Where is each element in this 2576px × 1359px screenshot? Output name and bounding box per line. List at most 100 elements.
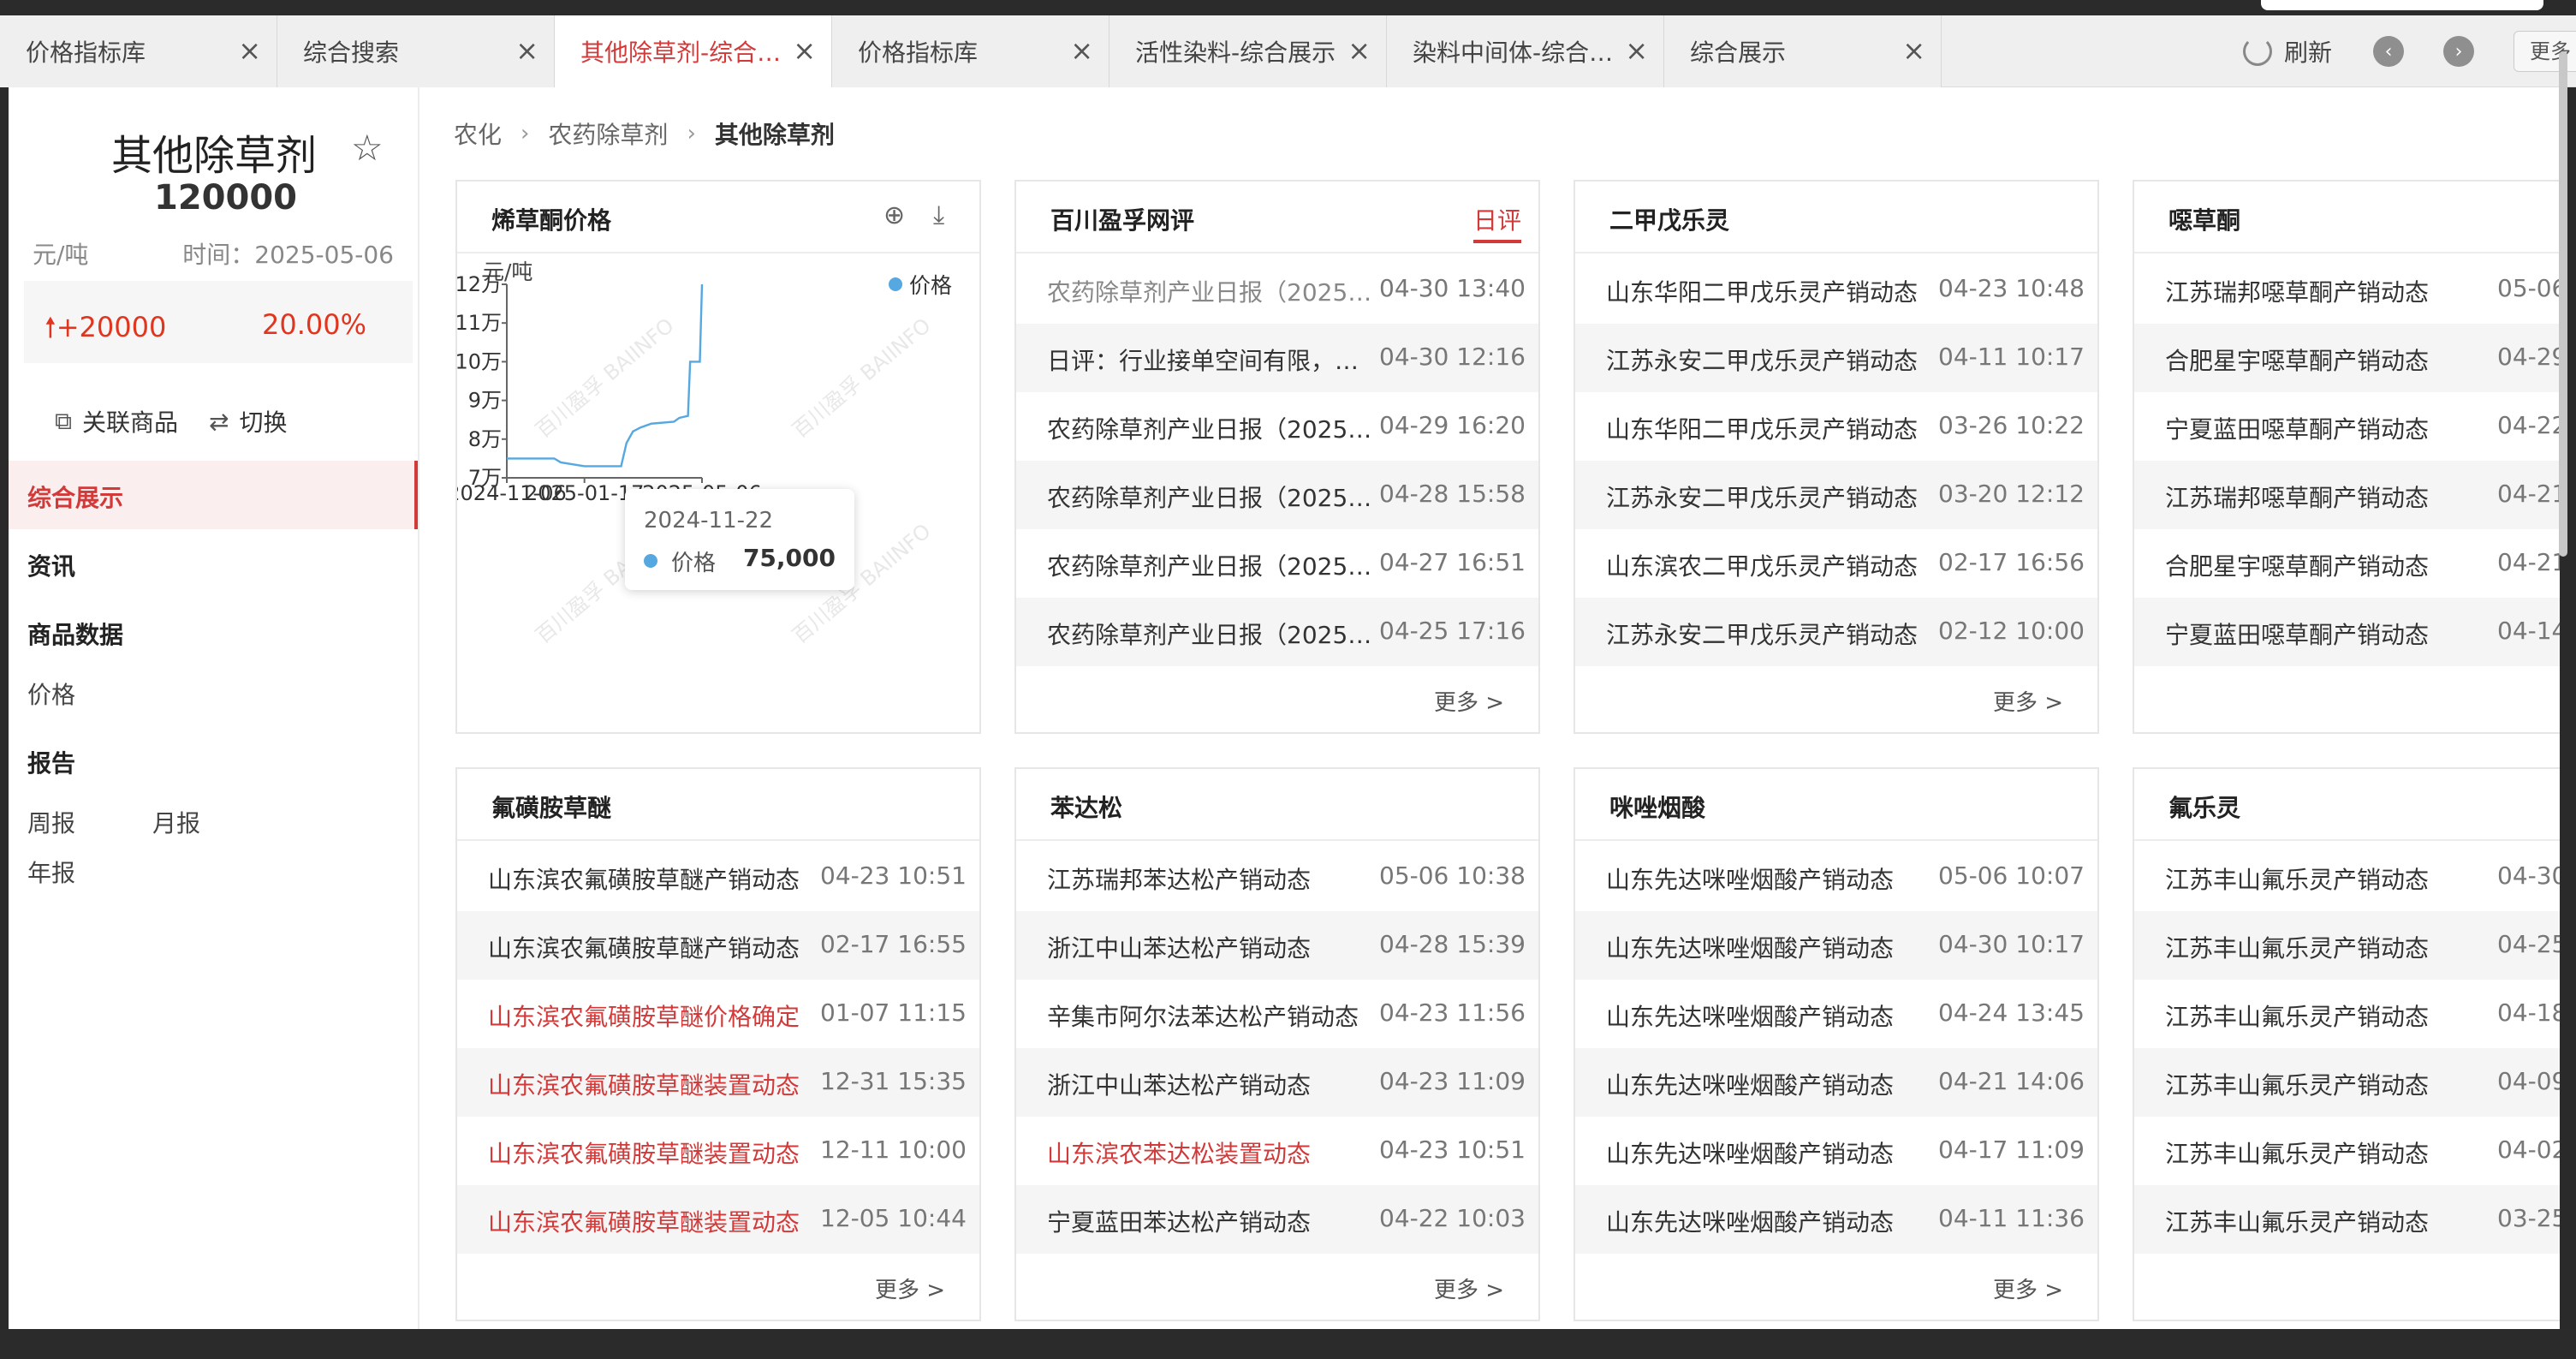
tab-other-herbicides[interactable]: 其他除草剂-综合展示 × xyxy=(555,15,832,87)
list-item-title[interactable]: 山东华阳二甲戊乐灵产销动态 xyxy=(1606,411,1931,445)
menu-weekly[interactable]: 周报 xyxy=(27,805,75,839)
related-products-button[interactable]: ⧉ 关联商品 xyxy=(55,404,178,438)
more-link[interactable]: 更多 > xyxy=(1434,685,1504,717)
list-item-title[interactable]: 宁夏蓝田噁草酮产销动态 xyxy=(2165,617,2490,651)
list-item[interactable]: 浙江中山苯达松产销动态 04-23 11:09 xyxy=(1016,1048,1538,1117)
list-item-title[interactable]: 农药除草剂产业日报（2025.04.27） xyxy=(1047,548,1372,582)
tab-price-index-2[interactable]: 价格指标库 × xyxy=(832,15,1110,87)
switch-button[interactable]: ⇄ 切换 xyxy=(209,404,287,438)
list-item-title[interactable]: 宁夏蓝田苯达松产销动态 xyxy=(1047,1204,1372,1238)
list-item-title[interactable]: 江苏丰山氟乐灵产销动态 xyxy=(2165,1067,2490,1101)
list-item[interactable]: 山东滨农氟磺胺草醚价格确定 01-07 11:15 xyxy=(457,980,979,1048)
list-item-title[interactable]: 山东先达咪唑烟酸产销动态 xyxy=(1606,1067,1931,1101)
list-item[interactable]: 山东滨农氟磺胺草醚装置动态 12-05 10:44 xyxy=(457,1185,979,1254)
breadcrumb-item[interactable]: 农药除草剂 xyxy=(548,116,668,151)
list-item[interactable]: 江苏丰山氟乐灵产销动态03-25 xyxy=(2134,1185,2560,1254)
close-icon[interactable]: × xyxy=(1347,37,1371,64)
list-item[interactable]: 山东滨农氟磺胺草醚装置动态 12-31 15:35 xyxy=(457,1048,979,1117)
list-item-title[interactable]: 江苏丰山氟乐灵产销动态 xyxy=(2165,1135,2490,1170)
close-icon[interactable]: × xyxy=(793,37,816,64)
download-icon[interactable]: ⤓ xyxy=(933,200,944,230)
scrollbar-thumb[interactable] xyxy=(2559,51,2567,557)
list-item-title[interactable]: 山东先达咪唑烟酸产销动态 xyxy=(1606,1135,1931,1170)
list-item-title[interactable]: 农药除草剂产业日报（2025.04.29） xyxy=(1047,411,1372,445)
tab-daily-review[interactable]: 日评 xyxy=(1472,202,1521,243)
list-item-title[interactable]: 山东滨农氟磺胺草醚产销动态 xyxy=(488,861,813,896)
list-item-title[interactable]: 农药除草剂产业日报（2025.04.25） xyxy=(1047,617,1372,651)
list-item[interactable]: 江苏永安二甲戊乐灵产销动态 02-12 10:00 xyxy=(1575,598,2097,666)
list-item-title[interactable]: 江苏丰山氟乐灵产销动态 xyxy=(2165,1204,2490,1238)
menu-monthly[interactable]: 月报 xyxy=(152,805,200,839)
refresh-button[interactable]: 刷新 xyxy=(2243,15,2332,87)
list-item[interactable]: 宁夏蓝田苯达松产销动态 04-22 10:03 xyxy=(1016,1185,1538,1254)
list-item[interactable]: 宁夏蓝田噁草酮产销动态04-22 xyxy=(2134,392,2560,461)
list-item-title[interactable]: 江苏瑞邦苯达松产销动态 xyxy=(1047,861,1372,896)
list-item-title[interactable]: 农药除草剂产业日报（2025.04.28） xyxy=(1047,480,1372,514)
list-item-title[interactable]: 山东华阳二甲戊乐灵产销动态 xyxy=(1606,274,1931,308)
menu-price[interactable]: 价格 xyxy=(27,677,75,711)
close-icon[interactable]: × xyxy=(1625,37,1648,64)
list-item-title[interactable]: 合肥星宇噁草酮产销动态 xyxy=(2165,548,2490,582)
menu-annual[interactable]: 年报 xyxy=(27,855,75,889)
list-item-title[interactable]: 农药除草剂产业日报（2025.04.30） xyxy=(1047,274,1372,308)
close-icon[interactable]: × xyxy=(515,37,538,64)
list-item[interactable]: 山东滨农氟磺胺草醚装置动态 12-11 10:00 xyxy=(457,1117,979,1185)
tab-comprehensive-search[interactable]: 综合搜索 × xyxy=(277,15,555,87)
list-item-title[interactable]: 江苏永安二甲戊乐灵产销动态 xyxy=(1606,617,1931,651)
list-item-title[interactable]: 江苏丰山氟乐灵产销动态 xyxy=(2165,861,2490,896)
close-icon[interactable]: × xyxy=(1070,37,1093,64)
list-item[interactable]: 宁夏蓝田噁草酮产销动态04-14 xyxy=(2134,598,2560,666)
list-item-title[interactable]: 山东滨农氟磺胺草醚装置动态 xyxy=(488,1204,813,1238)
list-item-title[interactable]: 山东先达咪唑烟酸产销动态 xyxy=(1606,930,1931,964)
list-item[interactable]: 山东华阳二甲戊乐灵产销动态 04-23 10:48 xyxy=(1575,255,2097,324)
list-item[interactable]: 山东华阳二甲戊乐灵产销动态 03-26 10:22 xyxy=(1575,392,2097,461)
scroll-tabs-right-button[interactable]: › xyxy=(2443,36,2474,67)
list-item[interactable]: 江苏丰山氟乐灵产销动态04-25 xyxy=(2134,911,2560,980)
list-item[interactable]: 山东先达咪唑烟酸产销动态 04-24 13:45 xyxy=(1575,980,2097,1048)
list-item[interactable]: 辛集市阿尔法苯达松产销动态 04-23 11:56 xyxy=(1016,980,1538,1048)
list-item-title[interactable]: 山东先达咪唑烟酸产销动态 xyxy=(1606,998,1931,1033)
list-item[interactable]: 江苏丰山氟乐灵产销动态04-30 xyxy=(2134,843,2560,911)
scroll-tabs-left-button[interactable]: ‹ xyxy=(2373,36,2404,67)
list-item-title[interactable]: 江苏瑞邦噁草酮产销动态 xyxy=(2165,274,2490,308)
more-link[interactable]: 更多 > xyxy=(875,1273,945,1304)
more-link[interactable]: 更多 > xyxy=(1993,685,2063,717)
list-item[interactable]: 农药除草剂产业日报（2025.04.29）04-29 16:20 xyxy=(1016,392,1538,461)
list-item[interactable]: 江苏丰山氟乐灵产销动态04-18 xyxy=(2134,980,2560,1048)
list-item[interactable]: 山东滨农苯达松装置动态 04-23 10:51 xyxy=(1016,1117,1538,1185)
top-input-edge[interactable] xyxy=(2261,0,2543,10)
list-item-title[interactable]: 山东滨农氟磺胺草醚产销动态 xyxy=(488,930,813,964)
list-item[interactable]: 农药除草剂产业日报（2025.04.25）04-25 17:16 xyxy=(1016,598,1538,666)
list-item[interactable]: 江苏丰山氟乐灵产销动态04-02 xyxy=(2134,1117,2560,1185)
list-item[interactable]: 山东先达咪唑烟酸产销动态 04-17 11:09 xyxy=(1575,1117,2097,1185)
list-item[interactable]: 山东滨农氟磺胺草醚产销动态 02-17 16:55 xyxy=(457,911,979,980)
list-item-title[interactable]: 山东滨农氟磺胺草醚装置动态 xyxy=(488,1135,813,1170)
tab-overview[interactable]: 综合展示 × xyxy=(1664,15,1942,87)
list-item-title[interactable]: 浙江中山苯达松产销动态 xyxy=(1047,1067,1372,1101)
close-icon[interactable]: × xyxy=(238,37,261,64)
list-item[interactable]: 山东滨农二甲戊乐灵产销动态 02-17 16:56 xyxy=(1575,529,2097,598)
tab-price-index-1[interactable]: 价格指标库 × xyxy=(0,15,277,87)
list-item-title[interactable]: 江苏永安二甲戊乐灵产销动态 xyxy=(1606,480,1931,514)
list-item[interactable]: 江苏瑞邦噁草酮产销动态05-06 xyxy=(2134,255,2560,324)
menu-news[interactable]: 资讯 xyxy=(27,548,75,582)
list-item[interactable]: 山东先达咪唑烟酸产销动态 04-11 11:36 xyxy=(1575,1185,2097,1254)
list-item-title[interactable]: 山东滨农苯达松装置动态 xyxy=(1047,1135,1372,1170)
list-item[interactable]: 农药除草剂产业日报（2025.04.27）04-27 16:51 xyxy=(1016,529,1538,598)
list-item-title[interactable]: 江苏丰山氟乐灵产销动态 xyxy=(2165,998,2490,1033)
list-item-title[interactable]: 江苏永安二甲戊乐灵产销动态 xyxy=(1606,343,1931,377)
list-item[interactable]: 江苏瑞邦苯达松产销动态 05-06 10:38 xyxy=(1016,843,1538,911)
list-item[interactable]: 江苏丰山氟乐灵产销动态04-09 xyxy=(2134,1048,2560,1117)
tab-dye-intermediates[interactable]: 染料中间体-综合展示 × xyxy=(1387,15,1664,87)
more-link[interactable]: 更多 > xyxy=(1434,1273,1504,1304)
list-item[interactable]: 浙江中山苯达松产销动态 04-28 15:39 xyxy=(1016,911,1538,980)
list-item[interactable]: 合肥星宇噁草酮产销动态04-29 xyxy=(2134,324,2560,392)
list-item-title[interactable]: 山东滨农二甲戊乐灵产销动态 xyxy=(1606,548,1931,582)
list-item[interactable]: 山东先达咪唑烟酸产销动态 04-30 10:17 xyxy=(1575,911,2097,980)
list-item-title[interactable]: 山东滨农氟磺胺草醚价格确定 xyxy=(488,998,813,1033)
list-item[interactable]: 江苏永安二甲戊乐灵产销动态 04-11 10:17 xyxy=(1575,324,2097,392)
more-link[interactable]: 更多 > xyxy=(1993,1273,2063,1304)
list-item-title[interactable]: 山东先达咪唑烟酸产销动态 xyxy=(1606,861,1931,896)
list-item-title[interactable]: 浙江中山苯达松产销动态 xyxy=(1047,930,1372,964)
list-item-title[interactable]: 合肥星宇噁草酮产销动态 xyxy=(2165,343,2490,377)
